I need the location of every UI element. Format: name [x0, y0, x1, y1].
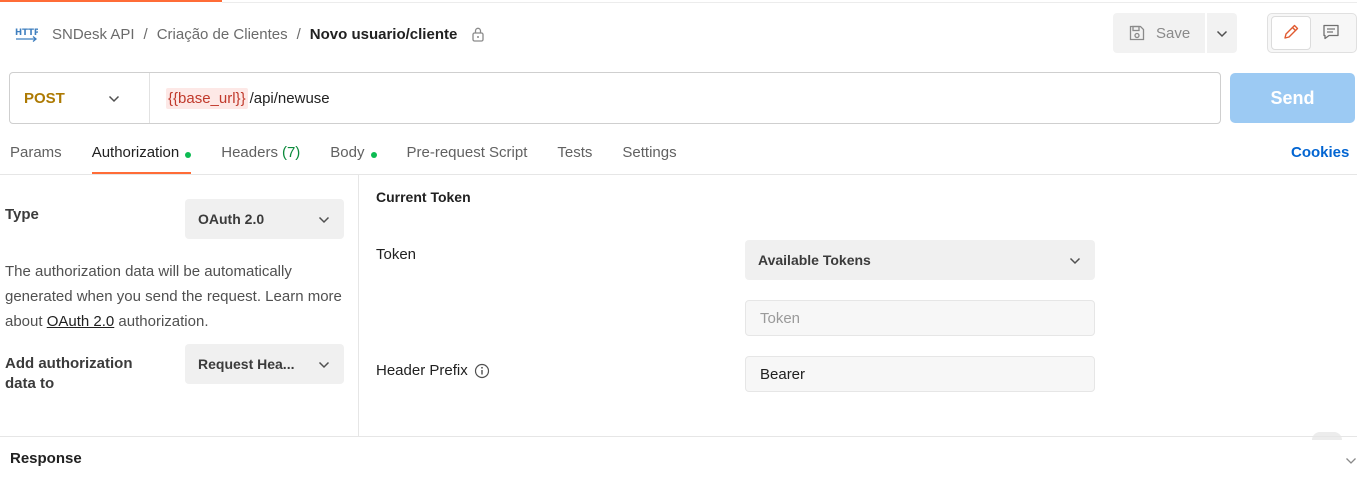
chevron-down-icon [1069, 252, 1081, 268]
tab-authorization[interactable]: Authorization [91, 140, 192, 174]
edit-mode-button[interactable] [1271, 16, 1311, 50]
auth-type-value: OAuth 2.0 [198, 211, 265, 227]
http-icon: HTTP [14, 22, 38, 46]
save-group: Save [1113, 13, 1237, 53]
add-auth-to-label: Add authorization data to [5, 355, 133, 392]
save-icon [1128, 24, 1146, 42]
status-dot [185, 152, 192, 158]
breadcrumb: HTTP SNDesk API / Criação de Clientes / … [14, 20, 485, 48]
available-tokens-value: Available Tokens [758, 252, 871, 268]
method-label: POST [24, 89, 65, 107]
save-button[interactable]: Save [1113, 13, 1205, 53]
current-token-heading: Current Token [376, 189, 471, 205]
tab-count: (7) [281, 144, 301, 161]
chevron-down-icon [108, 90, 120, 106]
top-divider [222, 2, 1357, 3]
status-dot [370, 152, 377, 158]
comments-button[interactable] [1311, 16, 1351, 50]
available-tokens-select[interactable]: Available Tokens [745, 240, 1095, 280]
token-input[interactable]: Token [745, 300, 1095, 336]
add-auth-to-select[interactable]: Request Hea... [185, 344, 344, 384]
description-text-end: authorization. [114, 313, 209, 330]
breadcrumb-separator: / [143, 25, 148, 43]
url-input[interactable]: {{base_url}} /api/newuse [150, 87, 330, 109]
url-variable[interactable]: {{base_url}} [166, 87, 248, 109]
view-mode-toggle [1267, 13, 1357, 53]
lock-icon[interactable] [471, 26, 485, 42]
url-bar: POST {{base_url}} /api/newuse [9, 72, 1221, 124]
auth-type-select[interactable]: OAuth 2.0 [185, 199, 344, 239]
response-heading[interactable]: Response [10, 450, 82, 467]
tab-pre-request-script[interactable]: Pre-request Script [407, 140, 528, 174]
tab-label: Headers [221, 144, 278, 161]
tab-params[interactable]: Params [10, 140, 62, 174]
type-label: Type [5, 206, 39, 223]
tab-label: Authorization [91, 144, 180, 161]
active-tab-indicator [0, 0, 222, 2]
chevron-down-icon [318, 356, 330, 372]
tab-label: Settings [622, 144, 677, 161]
comment-icon [1322, 23, 1340, 44]
pencil-icon [1282, 23, 1300, 44]
tab-headers[interactable]: Headers (7) [221, 140, 300, 174]
chevron-down-icon[interactable] [1345, 452, 1357, 468]
auth-description: The authorization data will be automatic… [5, 259, 350, 334]
tab-label: Pre-request Script [406, 144, 528, 161]
info-icon[interactable] [474, 363, 490, 379]
url-path: /api/newuse [249, 89, 330, 107]
tab-tests[interactable]: Tests [557, 140, 592, 174]
tab-label: Tests [557, 144, 593, 161]
oauth-docs-link[interactable]: OAuth 2.0 [47, 313, 115, 330]
cookies-link[interactable]: Cookies [1291, 144, 1349, 161]
response-divider [0, 436, 1357, 437]
save-options-button[interactable] [1207, 13, 1237, 53]
tab-settings[interactable]: Settings [622, 140, 676, 174]
request-tabs: Params Authorization Headers (7) Body Pre… [10, 140, 707, 174]
breadcrumb-collection[interactable]: SNDesk API [52, 26, 135, 43]
save-label: Save [1156, 24, 1191, 42]
token-label: Token [376, 246, 417, 263]
header-prefix-text: Header Prefix [376, 362, 468, 379]
tab-body[interactable]: Body [330, 140, 377, 174]
svg-text:HTTP: HTTP [15, 28, 38, 38]
send-button[interactable]: Send [1230, 73, 1355, 123]
add-auth-to-value: Request Hea... [198, 356, 295, 372]
chevron-down-icon [1216, 25, 1228, 41]
breadcrumb-folder[interactable]: Criação de Clientes [157, 26, 288, 43]
tab-label: Params [10, 144, 62, 161]
method-select[interactable]: POST [10, 73, 150, 123]
header-prefix-input[interactable]: Bearer [745, 356, 1095, 392]
chevron-down-icon [318, 211, 330, 227]
breadcrumb-separator: / [296, 25, 301, 43]
header-prefix-label: Header Prefix [376, 362, 490, 379]
request-name[interactable]: Novo usuario/cliente [310, 26, 458, 43]
auth-type-pane: Type OAuth 2.0 The authorization data wi… [0, 175, 359, 436]
tab-label: Body [330, 144, 365, 161]
